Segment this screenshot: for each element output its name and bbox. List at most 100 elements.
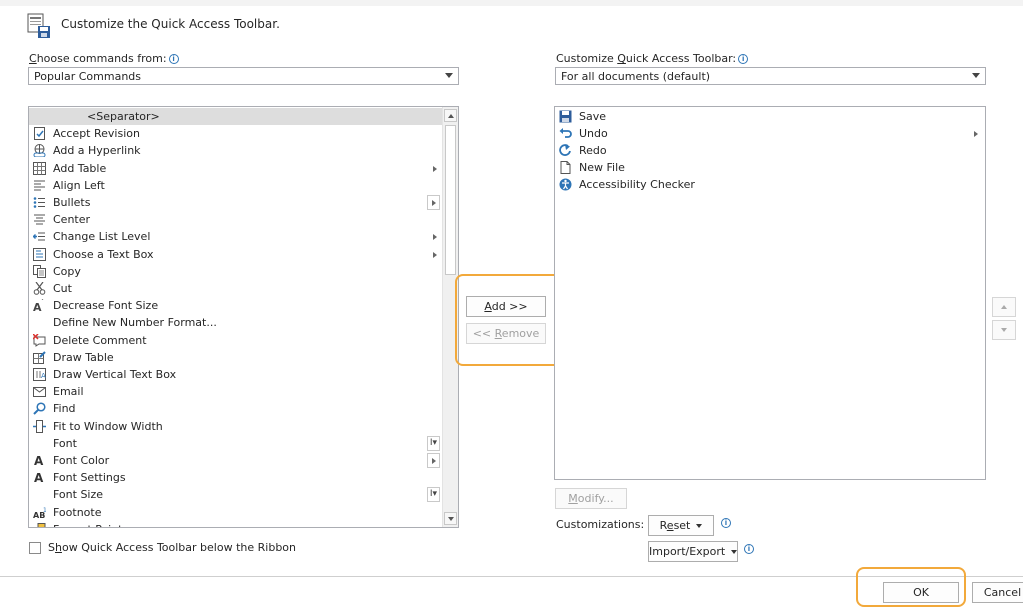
command-label: Cut	[53, 282, 72, 295]
toolbar-item[interactable]: Undo	[555, 125, 985, 142]
text-box-combo-icon: I▾	[427, 487, 440, 503]
command-item[interactable]: Delete Comment	[29, 332, 458, 349]
scroll-thumb[interactable]	[445, 125, 456, 275]
remove-button[interactable]: << Remove	[466, 323, 546, 344]
window-top-band	[0, 0, 1023, 6]
command-item[interactable]: Draw Table	[29, 349, 458, 366]
show-below-ribbon-checkbox[interactable]	[29, 542, 41, 554]
command-label: Change List Level	[53, 230, 151, 244]
command-label: Copy	[53, 264, 81, 278]
customizations-label: Customizations:	[556, 518, 645, 531]
font-settings-icon: A	[33, 471, 46, 485]
command-item[interactable]: Add a Hyperlink	[29, 142, 458, 159]
import-export-button[interactable]: Import/Export	[648, 541, 738, 562]
redo-icon	[559, 144, 572, 157]
modify-button[interactable]: Modify...	[555, 488, 627, 509]
customize-toolbar-dropdown[interactable]: For all documents (default)	[555, 67, 986, 85]
chevron-down-icon	[731, 550, 738, 554]
command-item[interactable]: Center	[29, 211, 458, 228]
toolbar-items-list[interactable]: Save Undo Redo New File Accessibility Checke…	[554, 106, 986, 480]
command-label: Font Color	[53, 454, 110, 467]
hyperlink-icon	[33, 144, 46, 158]
command-item[interactable]: A ˇ Decrease Font Size	[29, 297, 458, 314]
toolbar-item[interactable]: Save	[555, 108, 985, 125]
text-box-icon	[33, 247, 46, 261]
command-label: Accept Revision	[53, 127, 140, 141]
command-item[interactable]: Bullets	[29, 194, 458, 211]
footnote-icon: AB1	[33, 506, 47, 520]
commands-list[interactable]: <Separator> Accept Revision Add a Hyperlin…	[28, 106, 459, 528]
command-item[interactable]: Fit to Window Width	[29, 418, 458, 435]
command-label: <Separator>	[87, 110, 160, 123]
command-label: Find	[53, 402, 76, 416]
command-item[interactable]: Copy	[29, 263, 458, 280]
reset-button[interactable]: Reset	[648, 515, 714, 536]
save-icon	[559, 110, 572, 123]
command-item[interactable]: Accept Revision	[29, 125, 458, 142]
ok-button[interactable]: OK	[883, 582, 959, 603]
command-item[interactable]: Change List Level	[29, 228, 458, 245]
cut-icon	[33, 281, 46, 295]
arrow-down-icon	[1001, 328, 1007, 332]
toolbar-item-label: Redo	[579, 144, 607, 157]
command-item[interactable]: Define New Number Format...	[29, 314, 458, 331]
choose-commands-label: Choose commands from: i	[29, 52, 179, 65]
command-item[interactable]: Format Painter	[29, 521, 458, 527]
command-label: Draw Table	[53, 350, 114, 364]
toolbar-item[interactable]: Redo	[555, 142, 985, 159]
cancel-button[interactable]: Cancel	[972, 582, 1023, 603]
list-level-icon	[32, 230, 46, 243]
command-item[interactable]: Font I▾	[29, 435, 458, 452]
command-item[interactable]: <Separator>	[29, 108, 458, 125]
arrow-up-icon	[1001, 305, 1007, 309]
new-file-icon	[559, 161, 572, 174]
submenu-arrow-icon	[433, 165, 437, 172]
command-label: Align Left	[53, 178, 105, 192]
command-item[interactable]: Choose a Text Box	[29, 246, 458, 263]
command-item[interactable]: Align Left	[29, 177, 458, 194]
submenu-arrow-icon	[433, 234, 437, 241]
command-item[interactable]: Find	[29, 400, 458, 417]
find-icon	[33, 402, 46, 416]
svg-text:A: A	[41, 372, 46, 380]
command-item[interactable]: A Font Color	[29, 452, 458, 469]
command-label: Decrease Font Size	[53, 299, 159, 313]
submenu-arrow-icon	[433, 251, 437, 258]
bullets-icon	[33, 196, 46, 209]
toolbar-item[interactable]: New File	[555, 159, 985, 176]
command-label: Font	[53, 436, 77, 450]
toolbar-item[interactable]: Accessibility Checker	[555, 176, 985, 193]
customize-toolbar-value: For all documents (default)	[561, 70, 711, 83]
arrow-up-icon	[448, 114, 454, 118]
command-item[interactable]: Email	[29, 383, 458, 400]
chevron-down-icon	[445, 73, 453, 78]
scroll-down-button[interactable]	[444, 512, 457, 525]
info-icon: i	[744, 544, 754, 554]
customize-toolbar-label: Customize Quick Access Toolbar: i	[556, 52, 749, 65]
scroll-up-button[interactable]	[444, 109, 457, 122]
command-item[interactable]: Add Table	[29, 160, 458, 177]
format-painter-icon	[33, 522, 46, 527]
choose-commands-dropdown[interactable]: Popular Commands	[28, 67, 459, 85]
move-up-button[interactable]	[992, 297, 1016, 317]
command-label: Format Painter	[53, 521, 134, 527]
toolbar-item-label: New File	[579, 161, 625, 174]
submenu-arrow-icon	[974, 131, 978, 137]
command-item[interactable]: Font Size I▾	[29, 486, 458, 503]
command-label: Bullets	[53, 196, 91, 209]
align-left-icon	[33, 179, 46, 192]
move-down-button[interactable]	[992, 320, 1016, 340]
info-icon: i	[738, 54, 749, 64]
command-label: Choose a Text Box	[53, 247, 154, 261]
accept-revision-icon	[33, 127, 46, 141]
show-below-ribbon-label[interactable]: Show Quick Access Toolbar below the Ribb…	[48, 541, 296, 554]
undo-icon	[559, 127, 572, 140]
draw-table-icon	[33, 351, 46, 364]
command-item[interactable]: AB1 Footnote	[29, 504, 458, 521]
command-item[interactable]: A Draw Vertical Text Box	[29, 366, 458, 383]
add-button[interactable]: Add >>	[466, 296, 546, 317]
font-color-icon: A	[33, 454, 46, 468]
email-icon	[33, 385, 46, 398]
command-item[interactable]: Cut	[29, 280, 458, 297]
command-item[interactable]: A Font Settings	[29, 469, 458, 486]
